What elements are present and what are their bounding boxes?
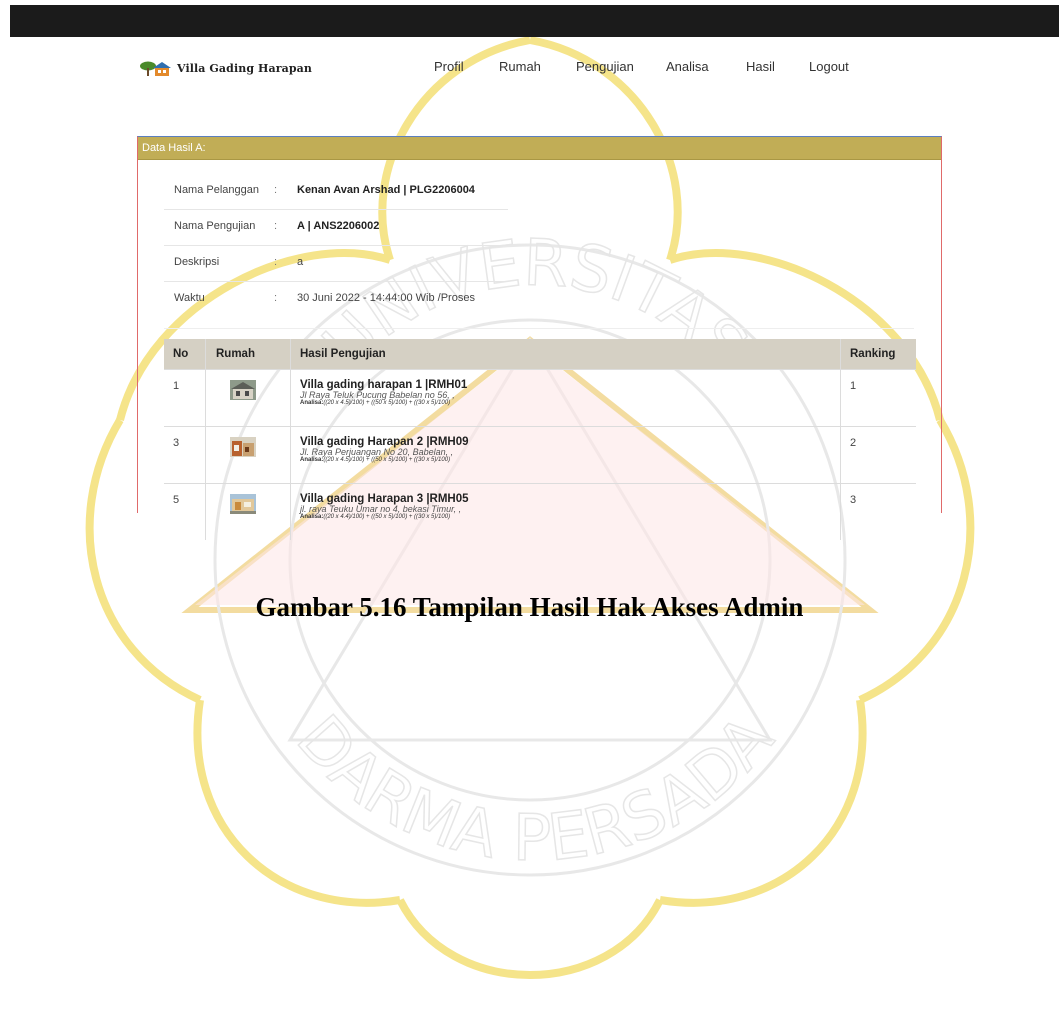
cell-hasil: Villa gading Harapan 3 |RMH05 jl. raya T… <box>290 483 841 540</box>
cell-rumah <box>205 369 291 427</box>
nav-hasil[interactable]: Hasil <box>746 59 775 74</box>
brand[interactable]: Villa Gading Harapan <box>139 55 312 81</box>
svg-text:DARMA PERSADA: DARMA PERSADA <box>282 702 788 876</box>
info-row-pengujian: Nama Pengujian : A | ANS2206002 <box>164 209 508 246</box>
house-analisa: Analisa:((20 x 4.4)/100) + ((50 x 5)/100… <box>300 514 840 521</box>
info-separator: : <box>274 256 278 268</box>
info-row-deskripsi: Deskripsi : a <box>164 245 508 282</box>
figure-caption: Gambar 5.16 Tampilan Hasil Hak Akses Adm… <box>255 592 804 622</box>
info-separator: : <box>274 184 278 196</box>
analisa-label: Analisa: <box>300 400 324 406</box>
analisa-label: Analisa: <box>300 514 324 520</box>
info-label: Nama Pelanggan <box>174 184 260 196</box>
cell-ranking: 2 <box>840 426 916 484</box>
result-panel: Data Hasil A: Nama Pelanggan : Kenan Ava… <box>137 136 942 540</box>
nav-pengujian[interactable]: Pengujian <box>576 59 634 74</box>
info-separator: : <box>274 292 278 304</box>
analisa-label: Analisa: <box>300 457 324 463</box>
cell-rumah <box>205 483 291 540</box>
house-analisa: Analisa:((20 x 4.5)/100) + ((50 x 5)/100… <box>300 400 840 407</box>
info-label: Nama Pengujian <box>174 220 256 232</box>
table-row: 3 Villa gading Harapan 2 |RMH09 Jl. Raya… <box>164 426 916 484</box>
column-header-ranking: Ranking <box>840 339 916 370</box>
cell-ranking: 3 <box>840 483 916 540</box>
info-value: Kenan Avan Arshad | PLG2206004 <box>297 184 475 196</box>
analisa-formula: ((20 x 4.5)/100) + ((50 x 5)/100) + ((30… <box>323 457 451 463</box>
brand-name: Villa Gading Harapan <box>177 61 313 75</box>
house-tree-logo-icon <box>140 61 171 76</box>
house-address: jl. raya Teuku Umar no 4, bekasi Timur, … <box>300 504 462 514</box>
house-photo-icon[interactable] <box>230 494 256 514</box>
column-header-rumah: Rumah <box>205 339 291 370</box>
info-value: A | ANS2206002 <box>297 220 380 232</box>
house-address: Jl. Raya Perjuangan No 20, Babelan, , <box>300 447 454 457</box>
info-label: Waktu <box>174 292 205 304</box>
table-header-row: No Rumah Hasil Pengujian Ranking <box>164 339 916 370</box>
house-address: Jl Raya Teluk Pucung Babelan no 56, , <box>300 390 455 400</box>
panel-title: Data Hasil A: <box>138 137 941 160</box>
cell-no: 5 <box>164 483 206 540</box>
info-value: 30 Juni 2022 - 14:44:00 Wib /Proses <box>297 292 475 304</box>
cell-ranking: 1 <box>840 369 916 427</box>
cell-no: 3 <box>164 426 206 484</box>
cell-rumah <box>205 426 291 484</box>
house-photo-icon[interactable] <box>230 380 256 400</box>
info-label: Deskripsi <box>174 256 220 268</box>
info-row-pelanggan: Nama Pelanggan : Kenan Avan Arshad | PLG… <box>164 173 508 210</box>
info-value: a <box>297 256 304 268</box>
nav-logout[interactable]: Logout <box>809 59 849 74</box>
result-table: No Rumah Hasil Pengujian Ranking 1 Villa… <box>164 339 916 540</box>
cell-hasil: Villa gading harapan 1 |RMH01 Jl Raya Te… <box>290 369 841 427</box>
column-header-hasil: Hasil Pengujian <box>290 339 841 370</box>
house-photo-icon[interactable] <box>230 437 256 457</box>
analisa-formula: ((20 x 4.4)/100) + ((50 x 5)/100) + ((30… <box>323 514 451 520</box>
cell-no: 1 <box>164 369 206 427</box>
table-row: 5 Villa gading Harapan 3 |RMH05 jl. raya… <box>164 483 916 540</box>
nav-analisa[interactable]: Analisa <box>666 59 709 74</box>
screenshot: Villa Gading Harapan Profil Rumah Penguj… <box>0 0 1059 540</box>
column-header-no: No <box>164 339 206 370</box>
top-bar <box>10 5 1059 37</box>
table-row: 1 Villa gading harapan 1 |RMH01 Jl Raya … <box>164 369 916 427</box>
cell-hasil: Villa gading Harapan 2 |RMH09 Jl. Raya P… <box>290 426 841 484</box>
nav-profil[interactable]: Profil <box>434 59 464 74</box>
info-row-waktu: Waktu : 30 Juni 2022 - 14:44:00 Wib /Pro… <box>164 281 914 329</box>
analisa-formula: ((20 x 4.5)/100) + ((50 x 5)/100) + ((30… <box>323 400 451 406</box>
nav-rumah[interactable]: Rumah <box>499 59 541 74</box>
info-separator: : <box>274 220 278 232</box>
house-analisa: Analisa:((20 x 4.5)/100) + ((50 x 5)/100… <box>300 457 840 464</box>
